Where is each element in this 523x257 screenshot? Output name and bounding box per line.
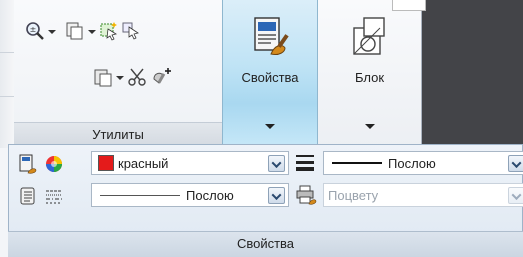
block-insert-icon [353,17,385,55]
quick-select-button[interactable] [98,20,120,42]
properties-dropdown-arrow-icon[interactable] [265,124,275,129]
color-wheel-button[interactable] [43,153,65,175]
color-swatch [98,155,114,171]
copy-clip-icon [66,22,83,40]
match-properties-small-button[interactable] [17,153,39,175]
paste-dropdown-arrow-icon[interactable] [116,76,124,80]
lineweight-icon [296,155,314,171]
plot-style-combo: Поцвету [323,183,523,207]
linetype-dashes-icon [46,190,62,204]
copy-dropdown-arrow-icon[interactable] [88,30,96,34]
paste-icon [94,69,112,87]
lineweight-combo[interactable]: Послою [323,151,523,175]
properties-large-button[interactable]: Свойства [222,0,318,148]
lineweight-combo-value: Послою [388,155,436,171]
block-large-button-label: Блок [354,70,385,85]
color-wheel-icon [46,156,62,172]
quick-select-icon [100,22,118,41]
linetype-button[interactable] [43,185,65,207]
lineweight-combo-dropdown-icon[interactable] [508,155,523,172]
zoom-dropdown-arrow-icon[interactable] [48,30,56,34]
lineweight-sample [332,162,382,164]
match-properties-button[interactable] [150,66,172,88]
paintbrush-plus-icon [153,68,171,84]
cut-button[interactable] [126,66,148,88]
drawing-area-background [422,0,523,148]
linetype-manager-button[interactable] [17,185,39,207]
scissors-icon [128,68,146,86]
scroll-list-icon [20,187,35,205]
tooltip-corner [392,0,426,11]
plot-style-printer-icon [296,185,317,205]
color-combo-dropdown-icon[interactable] [268,155,285,172]
plot-style-combo-dropdown-icon [508,187,523,204]
properties-panel-title[interactable]: Свойства [8,231,523,257]
properties-palette-icon [254,17,289,55]
linetype-combo-value: Послою [186,187,234,203]
ribbon-left-strip [0,0,15,148]
properties-large-button-label: Свойства [241,70,299,85]
svg-text:±: ± [30,25,37,34]
copy-clip-button[interactable] [64,20,86,42]
linetype-combo[interactable]: Послою [91,183,289,207]
zoom-button[interactable]: ± [24,20,46,42]
properties-palette-small-icon [19,154,37,174]
linetype-sample [100,194,180,196]
select-cursor-icon [122,22,139,40]
linetype-combo-dropdown-icon[interactable] [268,187,285,204]
zoom-magnifier-icon: ± [26,22,44,40]
color-combo[interactable]: красный [91,151,289,175]
select-similar-button[interactable] [120,20,142,42]
plot-style-combo-value: Поцвету [328,187,379,203]
paste-button[interactable] [92,66,114,88]
color-combo-value: красный [118,155,169,171]
block-large-button[interactable]: Блок [318,0,422,148]
block-dropdown-arrow-icon[interactable] [364,124,375,129]
